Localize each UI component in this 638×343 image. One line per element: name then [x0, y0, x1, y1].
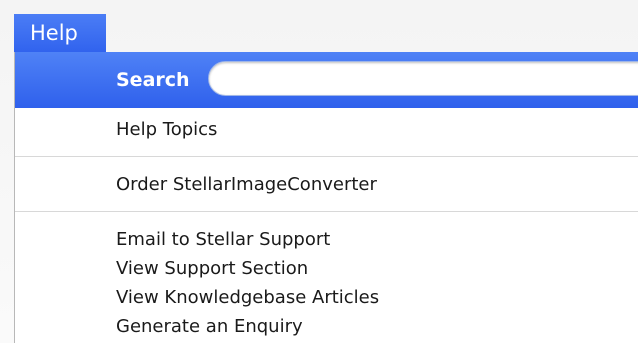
menu-separator	[15, 156, 638, 157]
menu-item-view-support[interactable]: View Support Section	[116, 258, 308, 279]
search-input[interactable]	[208, 61, 638, 96]
help-menu-dropdown: Search Help Topics Order StellarImageCon…	[14, 52, 638, 343]
menu-item-help-topics[interactable]: Help Topics	[116, 119, 217, 140]
menu-item-search[interactable]: Search	[15, 52, 638, 108]
menubar-item-help[interactable]: Help	[14, 14, 106, 52]
menu-separator	[15, 211, 638, 212]
search-label: Search	[116, 69, 190, 91]
menu-item-enquiry[interactable]: Generate an Enquiry	[116, 316, 303, 337]
menu-item-order[interactable]: Order StellarImageConverter	[116, 174, 377, 195]
menu-item-knowledgebase[interactable]: View Knowledgebase Articles	[116, 287, 379, 308]
menu-item-email-support[interactable]: Email to Stellar Support	[116, 229, 330, 250]
